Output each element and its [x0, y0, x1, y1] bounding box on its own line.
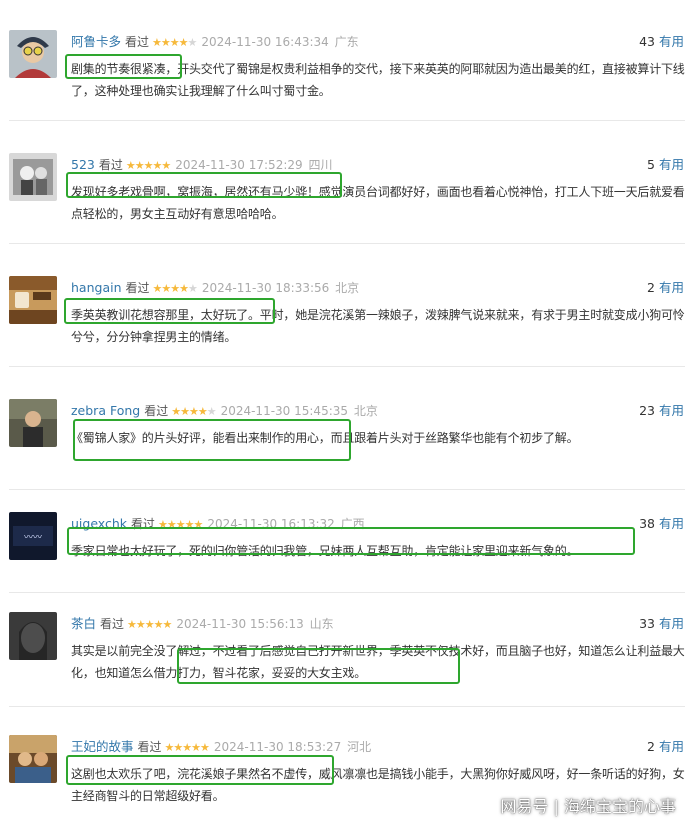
review-text: 季家日常也太好玩了，死的归你管活的归我管，兄妹两人互帮互助，肯定能让家里迎来新气…: [71, 544, 579, 558]
rating-stars: ★★★★★: [152, 282, 198, 295]
location: 北京: [335, 281, 360, 295]
vote-count: 33: [639, 616, 655, 631]
vote-count: 23: [639, 403, 655, 418]
avatar[interactable]: [9, 399, 57, 447]
vote-count: 38: [639, 516, 655, 531]
review-text: 剧集的节奏很紧凑，开头交代了蜀锦是权贵利益相争的交代，接下来英英的阿耶就因为造出…: [71, 62, 685, 98]
username-link[interactable]: 王妃的故事: [71, 739, 134, 754]
rating-stars: ★★★★★: [127, 618, 172, 631]
useful-vote[interactable]: 5 有用: [647, 156, 684, 174]
useful-button[interactable]: 有用: [659, 616, 684, 631]
review-text: 《蜀锦人家》的片头好评，能看出来制作的用心，而且跟着片头对于丝路繁华也能有个初步…: [71, 431, 579, 445]
review-meta: 茶白 看过 ★★★★★ 2024-11-30 15:56:13 山东: [71, 615, 334, 633]
useful-vote[interactable]: 43 有用: [639, 33, 684, 51]
watched-label: 看过: [137, 740, 162, 754]
review-text: 季英英教训花想容那里，太好玩了。平时，她是浣花溪第一辣娘子，泼辣脾气说来就来，有…: [71, 308, 685, 344]
timestamp: 2024-11-30 15:56:13: [176, 617, 304, 631]
timestamp: 2024-11-30 18:53:27: [213, 740, 342, 754]
vote-count: 5: [647, 157, 655, 172]
username-link[interactable]: 523: [71, 157, 95, 172]
divider: [9, 706, 685, 707]
review-text: 发现好多老戏骨啊，窝振海，居然还有马少骅！感觉演员台词都好好，画面也看着心悦神怡…: [71, 185, 685, 221]
review-meta: 523 看过 ★★★★★ 2024-11-30 17:52:29 四川: [71, 156, 332, 174]
rating-stars: ★★★★★: [171, 405, 216, 418]
useful-vote[interactable]: 2 有用: [647, 279, 684, 297]
divider: [9, 366, 685, 367]
location: 四川: [308, 158, 333, 172]
watermark: 网易号 | 海绵宝宝的心事: [500, 797, 676, 816]
review-meta: zebra Fong 看过 ★★★★★ 2024-11-30 15:45:35 北京: [71, 402, 378, 420]
divider: [9, 592, 685, 593]
review-meta: hangain 看过 ★★★★★ 2024-11-30 18:33:56 北京: [71, 279, 359, 297]
location: 河北: [347, 740, 372, 754]
location: 山东: [309, 617, 334, 631]
watched-label: 看过: [144, 404, 169, 418]
timestamp: 2024-11-30 15:45:35: [220, 404, 349, 418]
location: 北京: [353, 404, 378, 418]
useful-button[interactable]: 有用: [659, 739, 684, 754]
username-link[interactable]: hangain: [71, 280, 122, 295]
watched-label: 看过: [125, 35, 150, 49]
divider: [9, 243, 685, 244]
watched-label: 看过: [125, 281, 150, 295]
vote-count: 2: [647, 739, 655, 754]
useful-vote[interactable]: 23 有用: [639, 402, 684, 420]
watched-label: 看过: [100, 617, 125, 631]
watched-label: 看过: [131, 517, 156, 531]
timestamp: 2024-11-30 16:13:32: [207, 517, 335, 531]
vote-count: 43: [639, 34, 655, 49]
review-meta: 阿鲁卡多 看过 ★★★★★ 2024-11-30 16:43:34 广东: [71, 33, 359, 51]
location: 广西: [340, 517, 365, 531]
username-link[interactable]: uigexchk: [71, 516, 127, 531]
review-text: 其实是以前完全没了解过，不过看了后感觉自己打开新世界，季英英不仅技术好，而且脑子…: [71, 644, 685, 680]
svg-text:〰〰: 〰〰: [24, 533, 42, 543]
timestamp: 2024-11-30 16:43:34: [201, 35, 329, 49]
avatar[interactable]: [9, 30, 57, 78]
username-link[interactable]: 茶白: [71, 616, 96, 631]
rating-stars: ★★★★★: [152, 36, 197, 49]
review-meta: uigexchk 看过 ★★★★★ 2024-11-30 16:13:32 广西: [71, 515, 365, 533]
rating-stars: ★★★★★: [158, 518, 203, 531]
review-meta: 王妃的故事 看过 ★★★★★ 2024-11-30 18:53:27 河北: [71, 738, 371, 756]
avatar[interactable]: 〰〰: [9, 512, 57, 560]
divider: [9, 120, 685, 121]
username-link[interactable]: zebra Fong: [71, 403, 140, 418]
watched-label: 看过: [98, 158, 123, 172]
useful-button[interactable]: 有用: [659, 34, 684, 49]
vote-count: 2: [647, 280, 655, 295]
useful-button[interactable]: 有用: [659, 403, 684, 418]
useful-button[interactable]: 有用: [659, 280, 684, 295]
timestamp: 2024-11-30 17:52:29: [175, 158, 303, 172]
useful-vote[interactable]: 38 有用: [639, 515, 684, 533]
avatar[interactable]: [9, 276, 57, 324]
rating-stars: ★★★★★: [125, 159, 171, 172]
useful-button[interactable]: 有用: [659, 516, 684, 531]
username-link[interactable]: 阿鲁卡多: [71, 34, 121, 49]
avatar[interactable]: [9, 153, 57, 201]
location: 广东: [334, 35, 359, 49]
useful-button[interactable]: 有用: [659, 157, 684, 172]
divider: [9, 489, 685, 490]
useful-vote[interactable]: 33 有用: [639, 615, 684, 633]
avatar[interactable]: [9, 735, 57, 783]
useful-vote[interactable]: 2 有用: [647, 738, 684, 756]
rating-stars: ★★★★★: [164, 741, 210, 754]
avatar[interactable]: [9, 612, 57, 660]
timestamp: 2024-11-30 18:33:56: [201, 281, 330, 295]
